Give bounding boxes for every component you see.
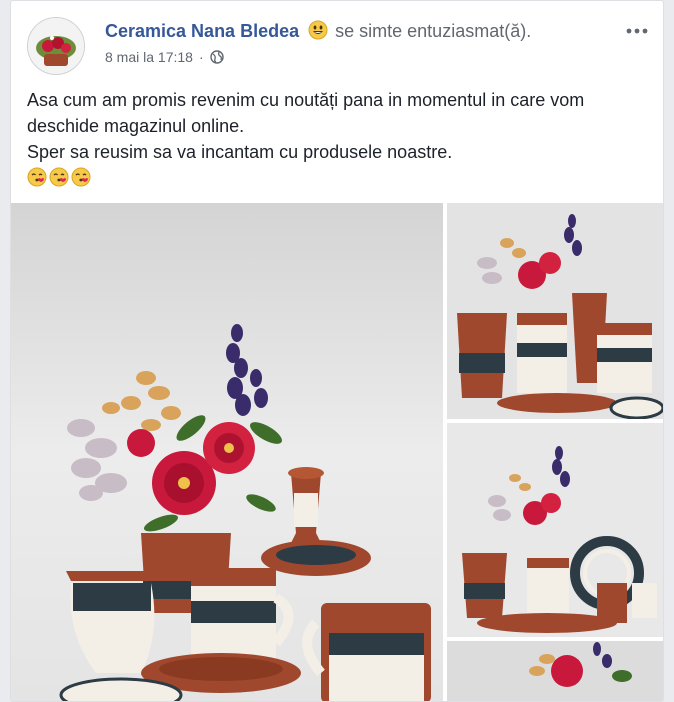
globe-icon[interactable] — [209, 50, 224, 64]
author-name-link[interactable]: Ceramica Nana Bledea — [105, 21, 299, 41]
meta-separator: · — [198, 49, 204, 65]
post-text-line-2: deschide magazinul online. — [27, 116, 245, 136]
post-header: Ceramica Nana Bledea se simte entuziasma… — [23, 13, 651, 75]
ceramic-set-photo-3[interactable] — [447, 423, 663, 637]
post-text-line-3: Sper sa reusim sa va incantam cu produse… — [27, 142, 453, 162]
feed-post: Ceramica Nana Bledea se simte entuziasma… — [10, 0, 664, 702]
post-meta: 8 mai la 17:18 · — [105, 49, 611, 65]
smiling-face-icon — [308, 20, 328, 40]
post-content: Asa cum am promis revenim cu noutăți pan… — [27, 87, 647, 187]
post-text-line-1: Asa cum am promis revenim cu noutăți pan… — [27, 90, 585, 110]
post-emoji-row — [27, 167, 647, 187]
page-avatar[interactable] — [27, 17, 85, 75]
ceramic-set-photo-4[interactable] — [447, 641, 663, 701]
photo-grid — [11, 203, 663, 701]
face-blowing-kiss-icon — [71, 167, 91, 187]
author-line: Ceramica Nana Bledea se simte entuziasma… — [105, 19, 611, 43]
feeling-text: se simte entuziasmat(ă). — [335, 21, 532, 41]
more-options-icon[interactable] — [623, 21, 651, 41]
post-header-text: Ceramica Nana Bledea se simte entuziasma… — [105, 19, 611, 65]
face-blowing-kiss-icon — [49, 167, 69, 187]
ceramic-set-photo-main[interactable] — [11, 203, 443, 701]
post-timestamp[interactable]: 8 mai la 17:18 — [105, 49, 193, 65]
ceramic-set-photo-2[interactable] — [447, 203, 663, 419]
face-blowing-kiss-icon — [27, 167, 47, 187]
